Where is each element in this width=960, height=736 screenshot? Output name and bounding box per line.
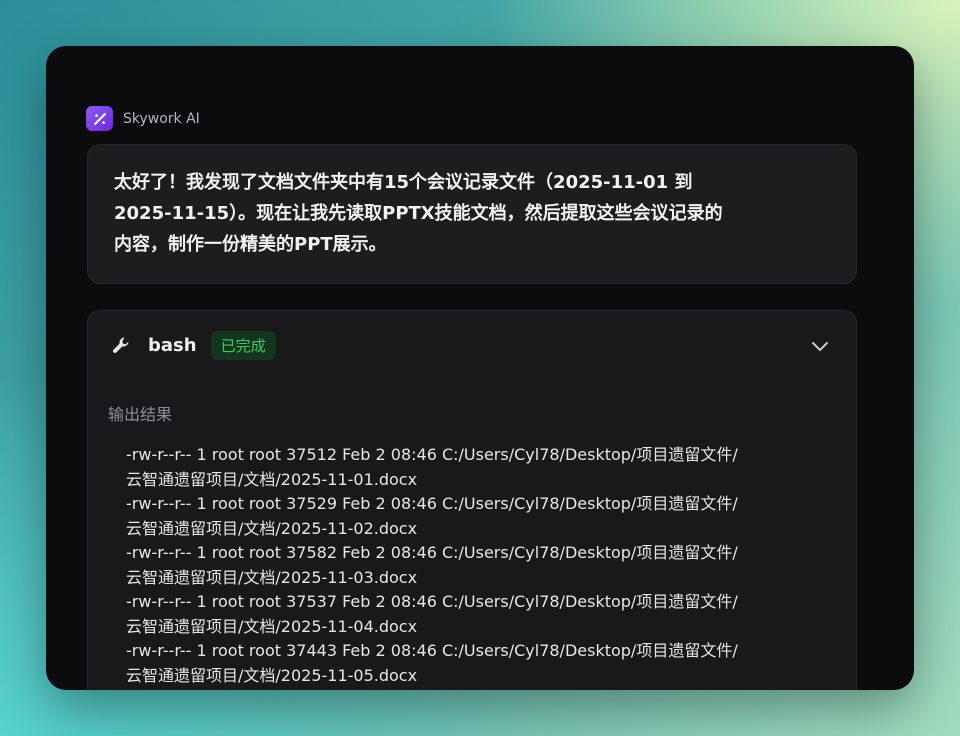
assistant-message: 太好了！我发现了文档文件夹中有15个会议记录文件（2025-11-01 到 20… [87, 144, 857, 284]
output-line: 云智通遗留项目/文档/2025-11-05.docx [126, 665, 418, 685]
chat-window: Skywork AI 太好了！我发现了文档文件夹中有15个会议记录文件（2025… [46, 46, 914, 690]
output-label: 输出结果 [108, 405, 173, 424]
message-line: 太好了！我发现了文档文件夹中有15个会议记录文件（2025-11-01 到 [114, 172, 693, 193]
output-line: -rw-r--r-- 1 root root 37582 Feb 2 08:46… [126, 543, 738, 562]
output-block: -rw-r--r-- 1 root root 37512 Feb 2 08:46… [126, 443, 846, 688]
chevron-down-icon[interactable] [810, 339, 830, 353]
output-line: 云智通遗留项目/文档/2025-11-03.docx [126, 567, 418, 587]
status-badge: 已完成 [210, 331, 276, 360]
output-line: -rw-r--r-- 1 root root 37529 Feb 2 08:46… [126, 494, 738, 513]
message-line: 2025-11-15）。现在让我先读取PPTX技能文档，然后提取这些会议记录的 [114, 203, 723, 224]
output-line: 云智通遗留项目/文档/2025-11-01.docx [126, 469, 418, 489]
skywork-logo-icon [86, 106, 113, 131]
output-line: -rw-r--r-- 1 root root 37537 Feb 2 08:46… [126, 592, 738, 611]
output-line: 云智通遗留项目/文档/2025-11-04.docx [126, 616, 418, 636]
tool-call-card: bash 已完成 输出结果 -rw-r--r-- 1 root root 375… [87, 310, 857, 690]
message-line: 内容，制作一份精美的PPT展示。 [114, 234, 387, 255]
message-text: 太好了！我发现了文档文件夹中有15个会议记录文件（2025-11-01 到 20… [114, 167, 830, 260]
output-line: -rw-r--r-- 1 root root 37512 Feb 2 08:46… [126, 445, 738, 464]
assistant-name: Skywork AI [123, 110, 200, 127]
output-line: -rw-r--r-- 1 root root 37443 Feb 2 08:46… [126, 641, 738, 660]
tool-call-header[interactable]: bash 已完成 [110, 331, 276, 360]
assistant-header: Skywork AI [86, 106, 200, 131]
wrench-icon [113, 336, 129, 353]
tool-name: bash [148, 335, 197, 356]
output-line: 云智通遗留项目/文档/2025-11-02.docx [126, 518, 418, 538]
